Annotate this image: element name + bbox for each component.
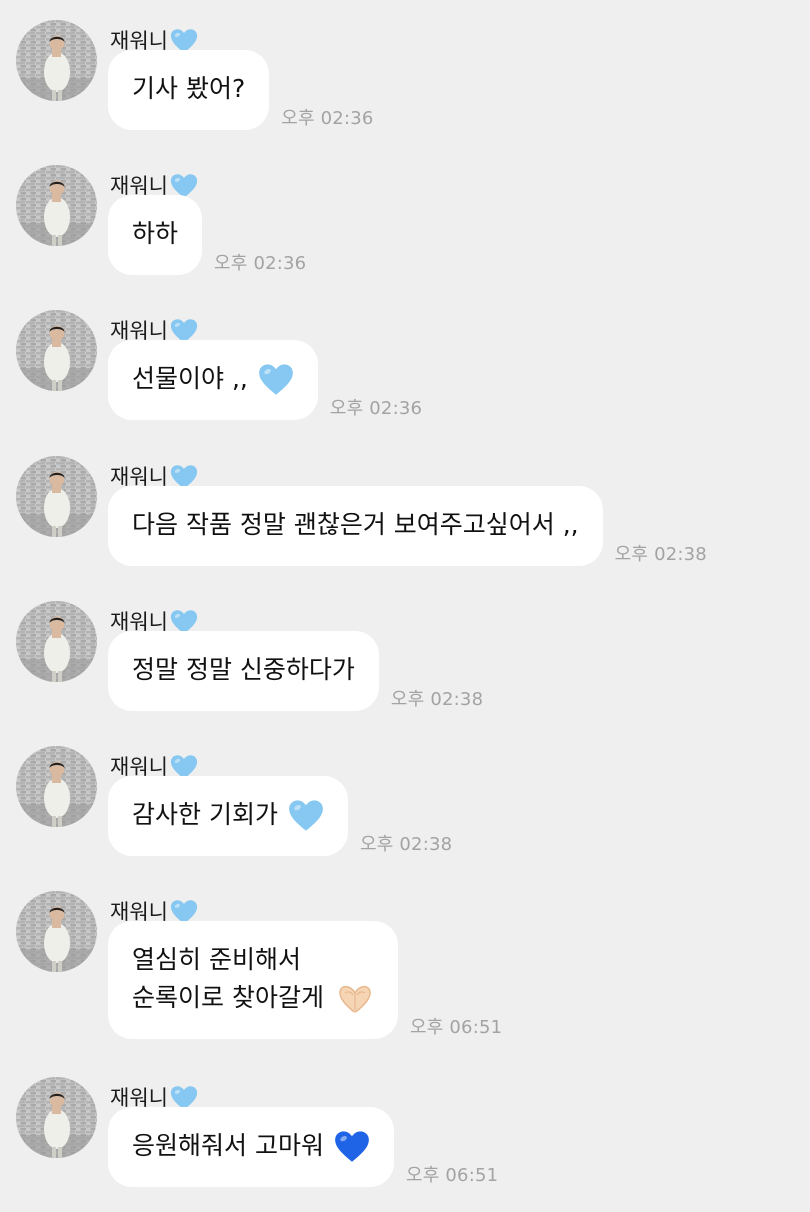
message-timestamp: 오후 02:36 [281,108,374,129]
message-bubble[interactable]: 다음 작품 정말 괜찮은거 보여주고싶어서 ,, [108,486,603,566]
message-bubble[interactable]: 감사한 기회가 [108,776,348,856]
message-bubble[interactable]: 정말 정말 신중하다가 [108,631,379,711]
message-row: 재워니선물이야 ,, 오후 02:36 [0,310,810,445]
message-line: 선물이야 ,, [132,360,294,398]
avatar[interactable] [16,456,97,537]
avatar[interactable] [16,891,97,972]
message-timestamp: 오후 02:38 [359,834,453,855]
message-row: 재워니기사 봤어? 오후 02:36 [0,20,810,155]
message-bubble[interactable]: 응원해줘서 고마워 [108,1107,394,1187]
message-row: 재워니정말 정말 신중하다가오후 02:38 [0,601,810,736]
message-line: 정말 정말 신중하다가 [132,651,355,689]
bubble-row: 기사 봤어? 오후 02:36 [108,50,374,130]
sender-name: 재워니 [110,609,168,634]
bubble-row: 열심히 준비해서순록이로 찾아갈게오후 06:51 [108,921,502,1039]
message-text: 하하 [132,219,179,248]
bubble-row: 감사한 기회가오후 02:38 [108,776,452,856]
avatar[interactable] [16,165,97,246]
sender-name: 재워니 [110,173,168,198]
sender-name: 재워니 [110,464,168,489]
avatar[interactable] [16,1077,97,1158]
message-bubble[interactable]: 선물이야 ,, [108,340,318,420]
message-text: 기사 봤어? [132,74,246,103]
bubble-row: 응원해줘서 고마워오후 06:51 [108,1107,498,1187]
bubble-row: 정말 정말 신중하다가오후 02:38 [108,631,483,711]
message-text: 순록이로 찾아갈게 [132,983,324,1012]
message-timestamp: 오후 02:36 [214,253,307,274]
sender-name: 재워니 [110,1085,168,1110]
message-text: 열심히 준비해서 [132,945,301,974]
message-row: 재워니다음 작품 정말 괜찮은거 보여주고싶어서 ,, 오후 02:38 [0,456,810,591]
message-row: 재워니감사한 기회가오후 02:38 [0,746,810,881]
message-bubble[interactable]: 열심히 준비해서순록이로 찾아갈게 [108,921,398,1039]
message-text: 선물이야 ,, [132,364,248,393]
bubble-row: 하하오후 02:36 [108,195,306,275]
sender-name: 재워니 [110,754,168,779]
sender-name: 재워니 [110,318,168,343]
message-row: 재워니응원해줘서 고마워오후 06:51 [0,1077,810,1212]
message-line: 기사 봤어? [132,70,245,108]
light-blue-heart-icon [288,799,324,832]
message-text: 다음 작품 정말 괜찮은거 보여주고싶어서 ,, [132,510,579,539]
bubble-row: 다음 작품 정말 괜찮은거 보여주고싶어서 ,, 오후 02:38 [108,486,707,566]
avatar[interactable] [16,20,97,101]
message-bubble[interactable]: 기사 봤어? [108,50,270,130]
message-line: 응원해줘서 고마워 [132,1127,370,1165]
sender-name: 재워니 [110,899,168,924]
message-timestamp: 오후 06:51 [405,1165,499,1186]
message-text: 감사한 기회가 [132,800,278,829]
message-row: 재워니열심히 준비해서순록이로 찾아갈게오후 06:51 [0,891,810,1039]
message-line: 순록이로 찾아갈게 [132,979,374,1017]
message-line: 다음 작품 정말 괜찮은거 보여주고싶어서 ,, [132,506,579,544]
message-row: 재워니하하오후 02:36 [0,165,810,300]
message-timestamp: 오후 02:38 [614,544,707,565]
bubble-row: 선물이야 ,, 오후 02:36 [108,340,422,420]
message-text: 응원해줘서 고마워 [132,1131,324,1160]
message-bubble[interactable]: 하하 [108,195,203,275]
light-blue-heart-icon [258,363,294,396]
message-line: 열심히 준비해서 [132,941,374,979]
message-timestamp: 오후 02:38 [390,689,484,710]
message-timestamp: 오후 02:36 [329,398,423,419]
avatar[interactable] [16,746,97,827]
avatar[interactable] [16,310,97,391]
message-line: 감사한 기회가 [132,796,324,834]
message-timestamp: 오후 06:51 [409,1017,503,1038]
heart-hands-icon [336,981,374,1015]
sender-name: 재워니 [110,28,168,53]
blue-heart-icon [334,1130,370,1163]
message-line: 하하 [132,215,178,253]
avatar[interactable] [16,601,97,682]
message-text: 정말 정말 신중하다가 [132,655,355,684]
